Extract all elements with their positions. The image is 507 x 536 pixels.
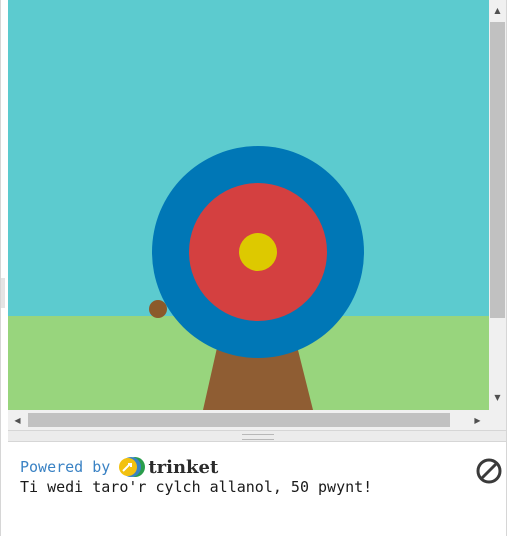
trinket-logo-icon[interactable] bbox=[118, 456, 146, 478]
scroll-left-icon[interactable]: ◀ bbox=[10, 413, 25, 428]
console-output-line: Ti wedi taro'r cylch allanol, 50 pwynt! bbox=[20, 478, 373, 496]
trinket-embed: ▲ ▼ ◀ ▶ Powered by trinket Ti wedi taro'… bbox=[0, 0, 507, 536]
arrow-hit-marker bbox=[149, 300, 167, 318]
vertical-scrollbar[interactable]: ▲ ▼ bbox=[489, 0, 506, 410]
scroll-down-icon[interactable]: ▼ bbox=[490, 390, 505, 405]
scrollbar-corner bbox=[489, 410, 506, 430]
powered-by-link[interactable]: Powered by trinket bbox=[20, 456, 218, 478]
trinket-brand-name[interactable]: trinket bbox=[148, 457, 218, 478]
stop-icon[interactable] bbox=[475, 457, 503, 485]
output-console: Powered by trinket Ti wedi taro'r cylch … bbox=[8, 442, 506, 536]
trinket-mark-icon bbox=[119, 457, 146, 477]
vertical-scroll-thumb[interactable] bbox=[490, 22, 505, 318]
horizontal-scrollbar[interactable]: ◀ ▶ bbox=[8, 410, 489, 430]
scroll-up-icon[interactable]: ▲ bbox=[490, 3, 505, 18]
canvas-viewport[interactable] bbox=[8, 0, 489, 410]
horizontal-scroll-thumb[interactable] bbox=[28, 413, 450, 427]
scroll-right-icon[interactable]: ▶ bbox=[470, 413, 485, 428]
archery-scene bbox=[8, 0, 489, 410]
splitter-grip-icon[interactable] bbox=[242, 434, 274, 440]
target-bullseye bbox=[239, 233, 277, 271]
panel-edge-marker bbox=[1, 278, 5, 308]
panel-splitter[interactable] bbox=[8, 430, 506, 442]
powered-by-label[interactable]: Powered by bbox=[20, 458, 110, 476]
